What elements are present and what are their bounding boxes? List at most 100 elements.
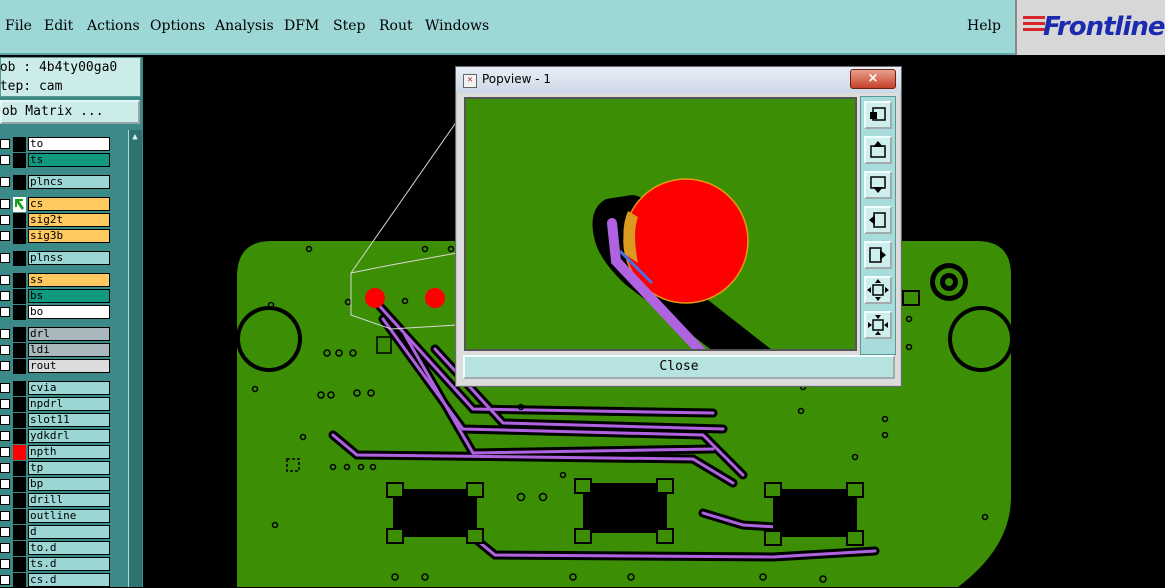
pan-left-button[interactable] (864, 206, 892, 234)
layer-affected-marker[interactable] (13, 493, 26, 508)
popview-close-x-button[interactable]: × (850, 69, 896, 89)
layer-affected-marker[interactable] (13, 461, 26, 476)
layer-affected-marker[interactable] (13, 541, 26, 556)
layer-name[interactable]: plncs (28, 175, 110, 189)
layer-checkbox[interactable] (0, 399, 10, 409)
layer-row[interactable]: d (0, 525, 126, 540)
layer-checkbox[interactable] (0, 253, 10, 263)
pan-right-button[interactable] (864, 241, 892, 269)
layer-affected-marker[interactable] (13, 359, 26, 374)
menu-options[interactable]: Options (150, 18, 205, 34)
layer-name[interactable]: npth (28, 445, 110, 459)
layer-row[interactable]: cvia (0, 381, 126, 396)
layer-checkbox[interactable] (0, 383, 10, 393)
pan-up-button[interactable] (864, 136, 892, 164)
layer-affected-marker[interactable] (13, 397, 26, 412)
layer-row[interactable]: ldi (0, 343, 126, 358)
layer-affected-marker[interactable] (13, 509, 26, 524)
layer-checkbox[interactable] (0, 215, 10, 225)
layer-affected-marker[interactable] (13, 229, 26, 244)
layer-affected-marker[interactable] (13, 153, 26, 168)
menu-dfm[interactable]: DFM (284, 18, 319, 34)
layer-row[interactable]: rout (0, 359, 126, 374)
layer-checkbox[interactable] (0, 559, 10, 569)
layer-checkbox[interactable] (0, 463, 10, 473)
layer-name[interactable]: drl (28, 327, 110, 341)
layer-row[interactable]: bo (0, 305, 126, 320)
popview-titlebar[interactable]: ✕ Popview - 1 × (456, 67, 901, 93)
layer-checkbox[interactable] (0, 329, 10, 339)
layer-checkbox[interactable] (0, 447, 10, 457)
layer-name[interactable]: rout (28, 359, 110, 373)
layer-checkbox[interactable] (0, 511, 10, 521)
layer-name[interactable]: sig2t (28, 213, 110, 227)
layer-name[interactable]: ts (28, 153, 110, 167)
layer-affected-marker[interactable] (13, 445, 26, 460)
work-layer-arrow-icon[interactable] (13, 197, 26, 212)
layer-name[interactable]: tp (28, 461, 110, 475)
layer-checkbox[interactable] (0, 575, 10, 585)
layer-row[interactable]: ts.d (0, 557, 126, 572)
menu-help[interactable]: Help (967, 18, 1001, 34)
layer-row[interactable]: outline (0, 509, 126, 524)
layer-scrollbar[interactable]: ▲ (128, 130, 142, 587)
layer-row[interactable]: drl (0, 327, 126, 342)
layer-name[interactable]: to.d (28, 541, 110, 555)
layer-affected-marker[interactable] (13, 213, 26, 228)
scroll-up-icon[interactable]: ▲ (129, 130, 141, 144)
layer-name[interactable]: bs (28, 289, 110, 303)
layer-name[interactable]: ldi (28, 343, 110, 357)
menu-step[interactable]: Step (333, 18, 365, 34)
layer-name[interactable]: bo (28, 305, 110, 319)
layer-checkbox[interactable] (0, 361, 10, 371)
menu-edit[interactable]: Edit (44, 18, 73, 34)
layer-name[interactable]: cs (28, 197, 110, 211)
layer-name[interactable]: outline (28, 509, 110, 523)
layer-row[interactable]: to (0, 137, 126, 152)
layer-affected-marker[interactable] (13, 525, 26, 540)
layer-name[interactable]: cs.d (28, 573, 110, 587)
zoom-out-button[interactable] (864, 276, 892, 304)
layer-name[interactable]: d (28, 525, 110, 539)
layer-name[interactable]: cvia (28, 381, 110, 395)
job-matrix-button[interactable]: Job Matrix ... (0, 100, 140, 124)
layer-row[interactable]: slot11 (0, 413, 126, 428)
layer-checkbox[interactable] (0, 495, 10, 505)
layer-checkbox[interactable] (0, 291, 10, 301)
layer-name[interactable]: bp (28, 477, 110, 491)
layer-checkbox[interactable] (0, 275, 10, 285)
layer-name[interactable]: to (28, 137, 110, 151)
layer-checkbox[interactable] (0, 199, 10, 209)
layer-row[interactable]: ydkdrl (0, 429, 126, 444)
layer-affected-marker[interactable] (13, 381, 26, 396)
layer-affected-marker[interactable] (13, 327, 26, 342)
layer-row[interactable]: ts (0, 153, 126, 168)
menu-actions[interactable]: Actions (87, 18, 140, 34)
layer-name[interactable]: ss (28, 273, 110, 287)
pan-down-button[interactable] (864, 171, 892, 199)
layer-checkbox[interactable] (0, 431, 10, 441)
layer-affected-marker[interactable] (13, 175, 26, 190)
zoom-in-button[interactable] (864, 311, 892, 339)
menu-rout[interactable]: Rout (379, 18, 413, 34)
layer-affected-marker[interactable] (13, 343, 26, 358)
layer-affected-marker[interactable] (13, 477, 26, 492)
layer-row[interactable]: sig3b (0, 229, 126, 244)
layer-row[interactable]: to.d (0, 541, 126, 556)
layer-row[interactable]: ss (0, 273, 126, 288)
layer-name[interactable]: sig3b (28, 229, 110, 243)
layer-affected-marker[interactable] (13, 251, 26, 266)
layer-row[interactable]: cs (0, 197, 126, 212)
menu-file[interactable]: File (5, 18, 32, 34)
layer-checkbox[interactable] (0, 479, 10, 489)
layer-name[interactable]: ydkdrl (28, 429, 110, 443)
layer-affected-marker[interactable] (13, 413, 26, 428)
layer-row[interactable]: cs.d (0, 573, 126, 588)
layer-row[interactable]: npdrl (0, 397, 126, 412)
layer-affected-marker[interactable] (13, 305, 26, 320)
layer-row[interactable]: drill (0, 493, 126, 508)
menu-windows[interactable]: Windows (425, 18, 489, 34)
layer-name[interactable]: slot11 (28, 413, 110, 427)
layer-affected-marker[interactable] (13, 289, 26, 304)
layer-checkbox[interactable] (0, 177, 10, 187)
